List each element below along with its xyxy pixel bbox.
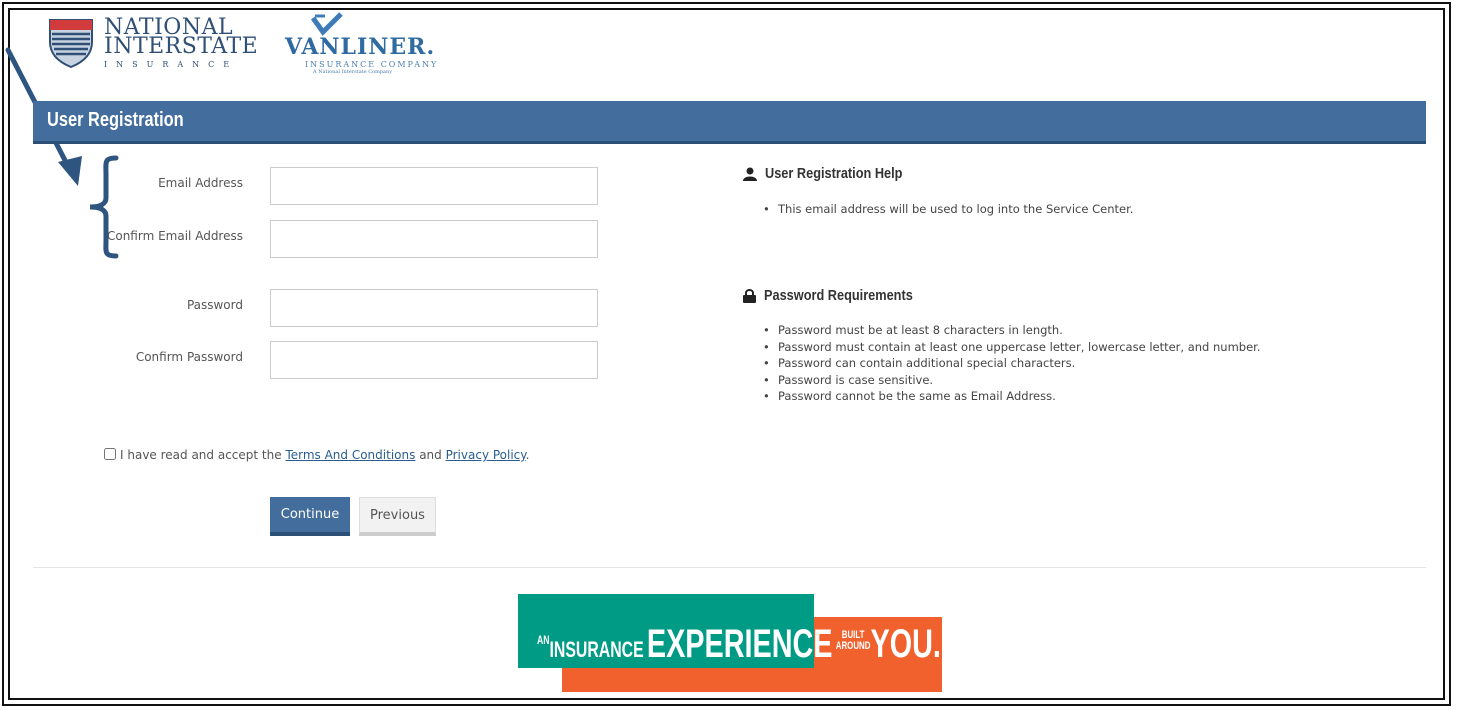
page-header: User Registration <box>33 101 1426 144</box>
password-requirements-list: Password must be at least 8 characters i… <box>763 322 1261 405</box>
password-field[interactable] <box>270 289 598 327</box>
banner-you: YOU. <box>870 622 941 666</box>
banner-insurance: INSURANCE <box>549 637 644 662</box>
lock-icon <box>743 289 756 304</box>
terms-checkbox[interactable] <box>104 448 116 460</box>
registration-help-list: This email address will be used to log i… <box>763 201 1133 218</box>
confirm-password-label: Confirm Password <box>135 350 243 364</box>
banner-built-around: BUILT AROUND <box>836 630 871 652</box>
page-title: User Registration <box>47 109 184 131</box>
user-icon <box>743 167 757 182</box>
terms-link[interactable]: Terms And Conditions <box>285 448 415 462</box>
vanliner-logo: VANLINER. INSURANCE COMPANY A National I… <box>285 34 438 75</box>
email-label: Email Address <box>158 176 243 190</box>
banner-experience: EXPERIENCE <box>646 622 833 666</box>
password-label: Password <box>186 298 243 312</box>
vanliner-name: VANLINER. <box>285 34 436 60</box>
registration-help-title: User Registration Help <box>765 165 903 182</box>
continue-button[interactable]: Continue <box>270 497 350 536</box>
divider <box>33 567 1426 568</box>
password-requirements-title: Password Requirements <box>764 287 913 304</box>
list-item: Password cannot be the same as Email Add… <box>763 388 1261 405</box>
terms-middle: and <box>419 448 442 462</box>
list-item: Password can contain additional special … <box>763 355 1261 372</box>
password-requirements-heading: Password Requirements <box>743 287 939 304</box>
list-item: Password must be at least 8 characters i… <box>763 322 1261 339</box>
vanliner-tag: A National Interstate Company <box>313 69 393 75</box>
vanliner-check-icon <box>310 12 343 36</box>
privacy-policy-link[interactable]: Privacy Policy <box>446 448 526 462</box>
banner-an: AN <box>537 633 550 647</box>
banner-around: AROUND <box>835 640 871 652</box>
slogan-banner: ANINSURANCE EXPERIENCE BUILT AROUNDYOU. <box>537 622 941 667</box>
list-item: This email address will be used to log i… <box>763 201 1133 218</box>
registration-help-heading: User Registration Help <box>743 165 927 182</box>
list-item: Password must contain at least one upper… <box>763 339 1261 356</box>
vanliner-sub: INSURANCE COMPANY <box>305 60 439 69</box>
email-field[interactable] <box>270 167 598 205</box>
previous-button[interactable]: Previous <box>359 497 436 536</box>
terms-suffix: . <box>525 448 530 462</box>
terms-row: I have read and accept the Terms And Con… <box>104 448 530 462</box>
terms-prefix: I have read and accept the <box>120 448 282 462</box>
list-item: Password is case sensitive. <box>763 372 1261 389</box>
confirm-password-field[interactable] <box>270 341 598 379</box>
confirm-email-label: Confirm Email Address <box>106 229 243 243</box>
confirm-email-field[interactable] <box>270 220 598 258</box>
